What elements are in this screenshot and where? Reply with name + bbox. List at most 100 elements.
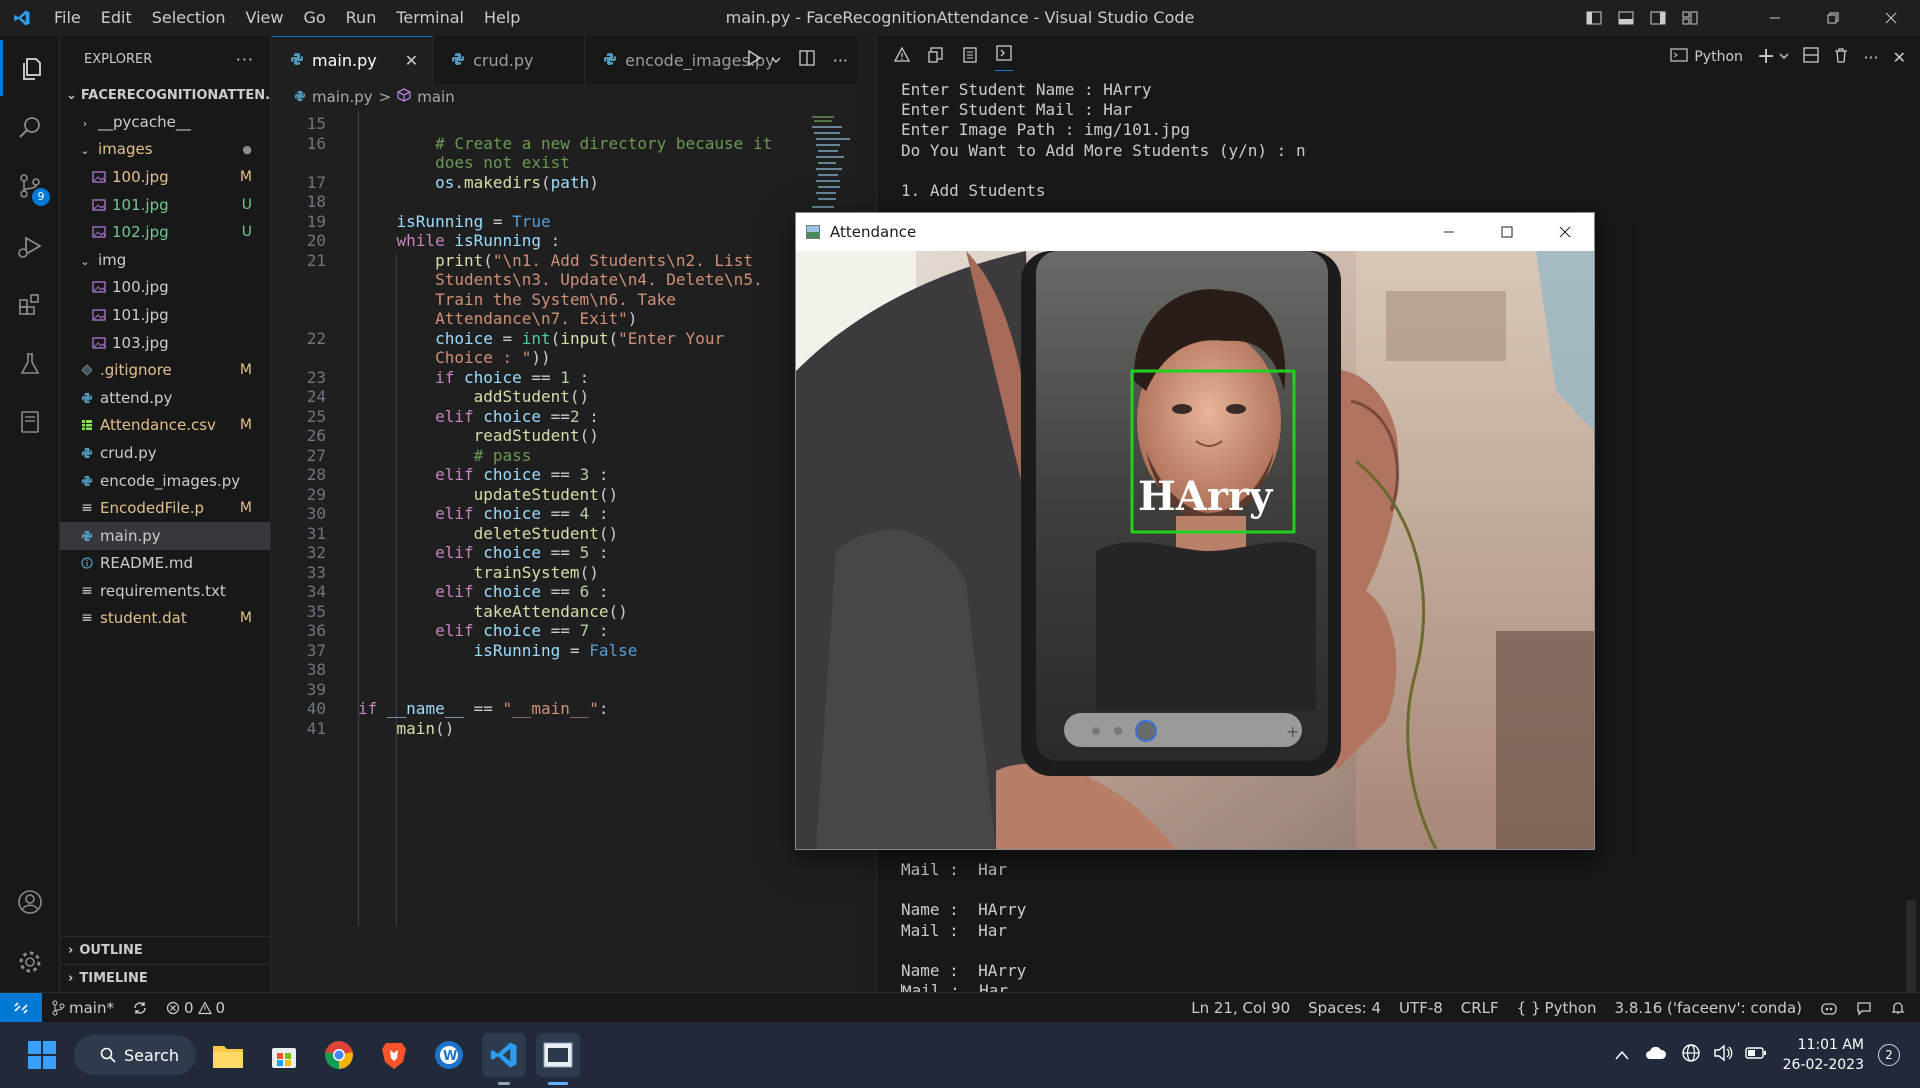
terminal-tab-icon[interactable] (995, 44, 1013, 71)
settings-gear-icon[interactable] (0, 934, 60, 990)
run-dropdown-icon[interactable] (771, 51, 781, 69)
close-button[interactable] (1862, 0, 1920, 36)
vscode-logo-icon[interactable] (0, 0, 44, 36)
terminal-shell-name[interactable]: Python (1694, 49, 1743, 65)
attendance-minimize-button[interactable] (1420, 213, 1478, 251)
file-tree-item[interactable]: ≡ requirements.txt (60, 577, 270, 605)
volume-icon[interactable] (1707, 1044, 1739, 1066)
tab-crud-py[interactable]: crud.py (433, 36, 586, 84)
new-terminal-icon[interactable]: + (1757, 46, 1775, 68)
run-debug-icon[interactable] (0, 218, 60, 274)
battery-icon[interactable] (1739, 1046, 1773, 1064)
minimize-button[interactable] (1746, 0, 1804, 36)
toggle-sidebar-icon[interactable] (1578, 0, 1610, 36)
file-tree-item[interactable]: 100.jpg (60, 274, 270, 302)
menu-go[interactable]: Go (293, 0, 335, 36)
attendance-maximize-button[interactable] (1478, 213, 1536, 251)
line-ending[interactable]: CRLF (1452, 999, 1508, 1017)
split-editor-icon[interactable] (799, 50, 815, 70)
file-tree-item[interactable]: ≡ student.dat M (60, 605, 270, 633)
file-explorer-icon[interactable] (206, 1033, 250, 1077)
notifications-bell-icon[interactable] (1881, 1000, 1920, 1016)
file-tree-item[interactable]: 102.jpg U (60, 218, 270, 246)
terminal-scrollbar[interactable] (1906, 900, 1916, 992)
taskbar-clock[interactable]: 11:01 AM 26-02-2023 (1773, 1035, 1878, 1075)
timeline-section[interactable]: › TIMELINE (60, 964, 271, 992)
feedback-icon[interactable] (1847, 1000, 1881, 1016)
restore-button[interactable] (1804, 0, 1862, 36)
project-folder[interactable]: ⌄ FACERECOGNITIONATTEN... (60, 82, 270, 108)
panel-more-icon[interactable]: ··· (1863, 48, 1878, 67)
notification-count[interactable]: 2 (1878, 1044, 1900, 1066)
network-globe-icon[interactable] (1675, 1043, 1707, 1067)
menu-help[interactable]: Help (474, 0, 530, 36)
attendance-window[interactable]: Attendance + HArry (795, 212, 1595, 850)
attendance-titlebar[interactable]: Attendance (796, 213, 1594, 251)
edge-icon[interactable]: W (427, 1033, 471, 1077)
menu-selection[interactable]: Selection (142, 0, 236, 36)
menu-run[interactable]: Run (336, 0, 387, 36)
sync-icon[interactable] (123, 1000, 157, 1016)
file-tree-item[interactable]: ≡ EncodedFile.p M (60, 494, 270, 522)
extensions-icon[interactable] (0, 276, 60, 332)
editor-more-icon[interactable]: ··· (833, 51, 848, 70)
python-interpreter[interactable]: 3.8.16 ('faceenv': conda) (1606, 999, 1811, 1017)
file-tree-item[interactable]: .gitignore M (60, 356, 270, 384)
indentation[interactable]: Spaces: 4 (1299, 999, 1390, 1017)
output-icon[interactable] (927, 46, 945, 68)
menu-view[interactable]: View (236, 0, 294, 36)
remote-explorer-icon[interactable] (0, 394, 60, 450)
close-tab-icon[interactable]: ✕ (405, 51, 418, 70)
menu-edit[interactable]: Edit (91, 0, 142, 36)
language-mode[interactable]: { } Python (1508, 999, 1606, 1017)
customize-layout-icon[interactable] (1674, 0, 1706, 36)
problems-icon[interactable] (893, 46, 911, 68)
toggle-panel-icon[interactable] (1610, 0, 1642, 36)
tab-main-py[interactable]: main.py ✕ (272, 36, 434, 84)
close-panel-icon[interactable]: ✕ (1893, 48, 1906, 67)
file-tree-item[interactable]: 101.jpg (60, 301, 270, 329)
explorer-icon[interactable] (0, 40, 60, 96)
toggle-secondary-sidebar-icon[interactable] (1642, 0, 1674, 36)
accounts-icon[interactable] (0, 874, 60, 930)
file-tree-item[interactable]: encode_images.py (60, 467, 270, 495)
brave-browser-icon[interactable] (372, 1033, 416, 1077)
file-tree-item[interactable]: README.md (60, 550, 270, 578)
taskbar-search[interactable]: Search (74, 1035, 196, 1075)
copilot-icon[interactable] (1811, 1000, 1847, 1016)
cursor-position[interactable]: Ln 21, Col 90 (1182, 999, 1299, 1017)
file-tree-item[interactable]: ⌄ img (60, 246, 270, 274)
windows-start-icon[interactable] (20, 1033, 64, 1077)
file-tree-item[interactable]: main.py (60, 521, 270, 550)
microsoft-store-icon[interactable] (262, 1033, 306, 1077)
split-terminal-icon[interactable] (1803, 47, 1819, 67)
encoding[interactable]: UTF-8 (1390, 999, 1452, 1017)
outline-section[interactable]: › OUTLINE (60, 936, 271, 964)
debug-console-icon[interactable] (961, 46, 979, 68)
search-icon[interactable] (0, 100, 60, 156)
file-tree-item[interactable]: 103.jpg (60, 329, 270, 357)
file-tree-item[interactable]: crud.py (60, 439, 270, 467)
testing-icon[interactable] (0, 336, 60, 392)
file-tree-item[interactable]: ⌄ images ● (60, 136, 270, 164)
remote-indicator-icon[interactable] (0, 992, 42, 1023)
minimap[interactable] (808, 110, 858, 220)
source-control-icon[interactable]: 9 (0, 158, 60, 214)
menu-file[interactable]: File (44, 0, 91, 36)
attendance-close-button[interactable] (1536, 213, 1594, 251)
file-tree-item[interactable]: Attendance.csv M (60, 412, 270, 440)
vscode-taskbar-icon[interactable] (482, 1033, 526, 1077)
branch-indicator[interactable]: main* (42, 999, 123, 1017)
file-tree-item[interactable]: 101.jpg U (60, 191, 270, 219)
chrome-icon[interactable] (317, 1033, 361, 1077)
file-tree-item[interactable]: › __pycache__ (60, 108, 270, 136)
python-window-taskbar-icon[interactable] (536, 1033, 580, 1077)
breadcrumb-file[interactable]: main.py (312, 88, 373, 106)
terminal-dropdown-icon[interactable] (1779, 49, 1789, 65)
file-tree-item[interactable]: attend.py (60, 384, 270, 412)
file-tree-item[interactable]: 100.jpg M (60, 163, 270, 191)
code-editor[interactable]: 15 16 # Create a new directory because it… (272, 110, 858, 992)
menu-terminal[interactable]: Terminal (386, 0, 474, 36)
show-hidden-icons-icon[interactable] (1607, 1046, 1637, 1064)
problems-indicator[interactable]: 0 0 (157, 999, 234, 1017)
